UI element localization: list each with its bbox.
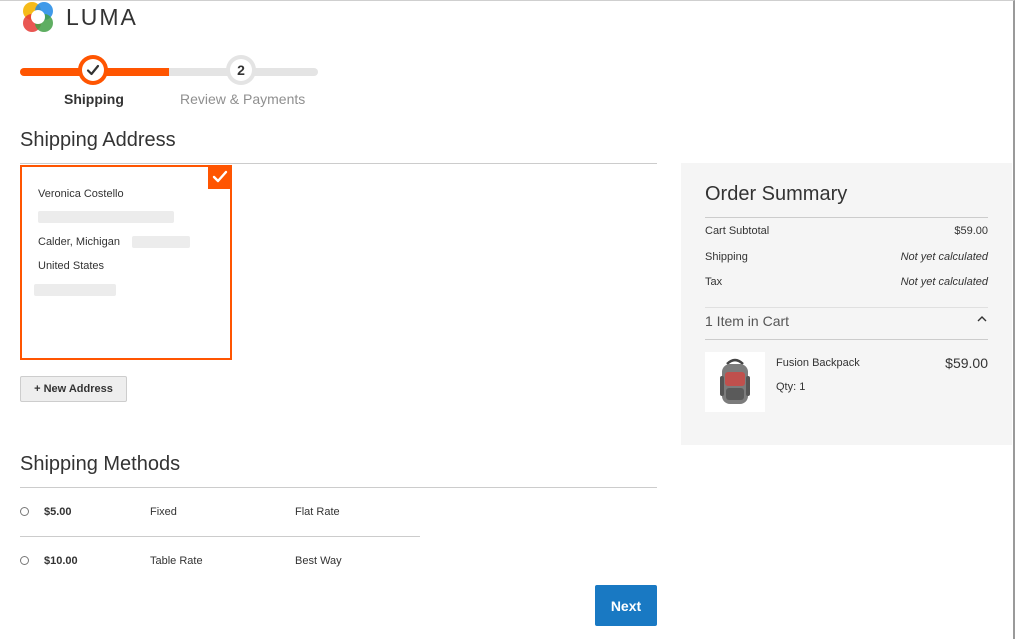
new-address-button[interactable]: + New Address [20, 376, 127, 402]
method-price: $10.00 [44, 555, 78, 567]
shipping-address-title: Shipping Address [20, 129, 176, 151]
selected-check-badge [208, 165, 232, 189]
items-in-cart-toggle[interactable]: 1 Item in Cart [705, 313, 988, 329]
backpack-image [720, 358, 750, 404]
order-summary-panel: Order Summary Cart Subtotal $59.00 Shipp… [681, 163, 1012, 445]
checkout-progress-bar [20, 68, 318, 76]
method-radio[interactable] [20, 507, 29, 516]
shipping-method-row[interactable]: $10.00 Table Rate Best Way [20, 552, 420, 572]
step-shipping-indicator [78, 55, 108, 85]
luma-logo[interactable]: LUMA [20, 0, 138, 34]
redacted-phone [34, 284, 116, 296]
totals-label: Tax [705, 276, 723, 288]
totals-value: Not yet calculated [900, 251, 988, 263]
divider [20, 163, 657, 164]
address-name: Veronica Costello [38, 188, 124, 200]
divider [705, 307, 988, 308]
redacted-postcode [132, 236, 190, 248]
shipping-methods-title: Shipping Methods [20, 453, 181, 475]
order-summary-title: Order Summary [705, 183, 848, 205]
totals-value: $59.00 [954, 225, 988, 237]
brand-name: LUMA [66, 3, 138, 30]
totals-value: Not yet calculated [900, 276, 988, 288]
divider [20, 536, 420, 537]
method-title: Best Way [295, 555, 342, 567]
product-name: Fusion Backpack [776, 357, 860, 369]
totals-label: Cart Subtotal [705, 225, 770, 237]
divider [705, 339, 988, 340]
redacted-street [38, 211, 174, 223]
divider [705, 217, 988, 218]
method-radio[interactable] [20, 556, 29, 565]
step-review-indicator: 2 [226, 55, 256, 85]
checkmark-icon [86, 64, 100, 76]
product-price: $59.00 [945, 355, 988, 371]
step-shipping-label: Shipping [64, 91, 124, 107]
method-price: $5.00 [44, 506, 72, 518]
next-button[interactable]: Next [595, 585, 657, 626]
items-in-cart-label: 1 Item in Cart [705, 313, 790, 329]
method-carrier: Table Rate [150, 555, 203, 567]
method-title: Flat Rate [295, 506, 340, 518]
address-country: United States [38, 260, 105, 272]
shipping-method-row[interactable]: $5.00 Fixed Flat Rate [20, 503, 420, 523]
product-thumbnail[interactable] [705, 352, 765, 412]
chevron-up-icon[interactable] [976, 314, 988, 324]
checkmark-icon [212, 170, 228, 183]
selected-address-card[interactable]: Veronica Costello Calder, Michigan Unite… [20, 165, 232, 360]
method-carrier: Fixed [150, 506, 177, 518]
divider [20, 487, 657, 488]
step-number: 2 [230, 59, 252, 81]
product-qty: Qty: 1 [776, 381, 806, 393]
address-city-line: Calder, Michigan [38, 236, 120, 248]
luma-logo-icon [23, 2, 53, 32]
totals-label: Shipping [705, 251, 748, 263]
step-review-label[interactable]: Review & Payments [180, 91, 305, 107]
